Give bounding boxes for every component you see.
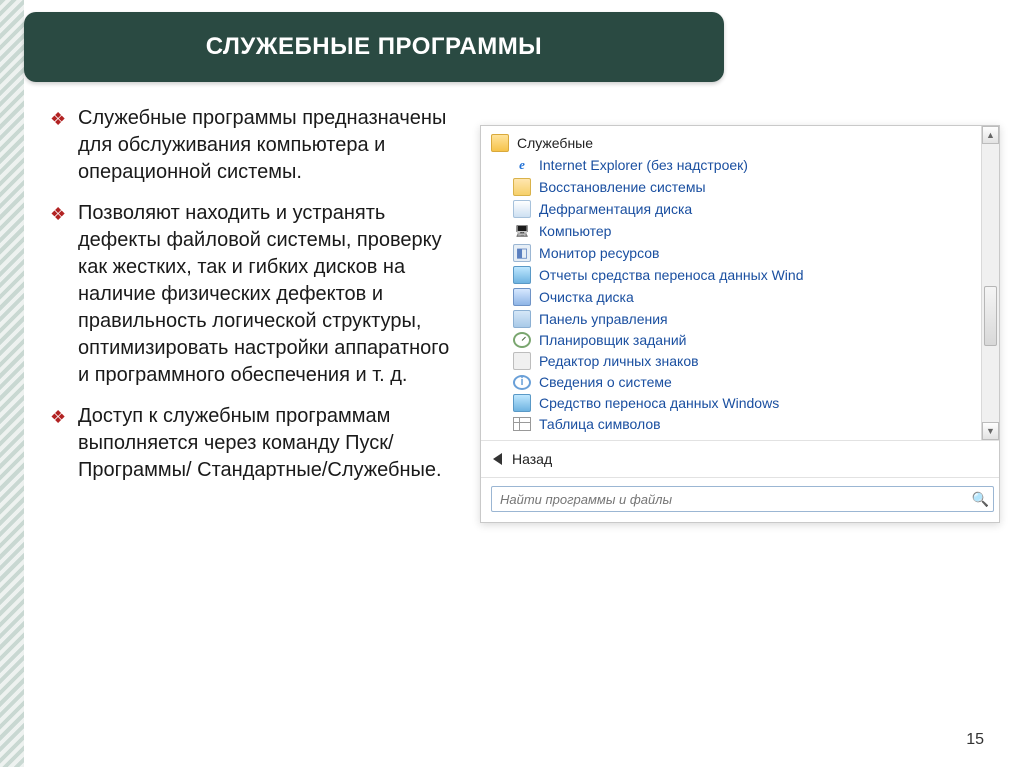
ie-icon	[513, 156, 531, 174]
menu-item-controlpanel[interactable]: Панель управления	[481, 308, 981, 330]
slide-title: СЛУЖЕБНЫЕ ПРОГРАММЫ	[206, 33, 542, 61]
transfer-report-icon	[513, 266, 531, 284]
decorative-stripe	[0, 0, 24, 767]
menu-item-char-editor[interactable]: Редактор личных знаков	[481, 350, 981, 372]
scroll-up-button[interactable]: ▲	[982, 126, 999, 144]
menu-item-label: Планировщик заданий	[539, 332, 686, 348]
menu-item-label: Средство переноса данных Windows	[539, 395, 779, 411]
menu-item-diskcleanup[interactable]: Очистка диска	[481, 286, 981, 308]
scroll-down-button[interactable]: ▼	[982, 422, 999, 440]
menu-item-label: Компьютер	[539, 223, 611, 239]
scrollbar[interactable]: ▲ ▼	[981, 126, 999, 440]
clock-icon	[513, 332, 531, 348]
editor-icon	[513, 352, 531, 370]
menu-item-ie[interactable]: Internet Explorer (без надстроек)	[481, 154, 981, 176]
back-label: Назад	[512, 451, 552, 467]
scroll-thumb[interactable]	[984, 286, 997, 346]
menu-item-charmap[interactable]: Таблица символов	[481, 414, 981, 434]
slide-body: Служебные программы предназначены для об…	[50, 105, 990, 725]
title-banner: СЛУЖЕБНЫЕ ПРОГРАММЫ	[24, 12, 724, 82]
menu-item-computer[interactable]: Компьютер	[481, 220, 981, 242]
menu-body: Служебные Internet Explorer (без надстро…	[481, 126, 999, 440]
text-column: Служебные программы предназначены для об…	[50, 105, 470, 725]
menu-item-restore[interactable]: Восстановление системы	[481, 176, 981, 198]
screenshot-column: Служебные Internet Explorer (без надстро…	[470, 105, 990, 725]
menu-item-sysinfo[interactable]: Сведения о системе	[481, 372, 981, 392]
bullet-item: Позволяют находить и устранять дефекты ф…	[50, 200, 460, 389]
folder-label: Служебные	[517, 135, 593, 151]
slide: СЛУЖЕБНЫЕ ПРОГРАММЫ Служебные программы …	[0, 0, 1024, 767]
menu-item-resmonitor[interactable]: Монитор ресурсов	[481, 242, 981, 264]
monitor-icon	[513, 244, 531, 262]
search-bar: 🔍	[481, 477, 999, 522]
menu-item-transfer-reports[interactable]: Отчеты средства переноса данных Wind	[481, 264, 981, 286]
menu-item-label: Редактор личных знаков	[539, 353, 699, 369]
page-number: 15	[966, 731, 984, 749]
back-arrow-icon	[493, 453, 502, 465]
computer-icon	[513, 222, 531, 240]
menu-item-label: Internet Explorer (без надстроек)	[539, 157, 748, 173]
menu-item-label: Очистка диска	[539, 289, 634, 305]
menu-item-label: Дефрагментация диска	[539, 201, 692, 217]
menu-item-label: Восстановление системы	[539, 179, 706, 195]
menu-item-label: Панель управления	[539, 311, 668, 327]
transfer-icon	[513, 394, 531, 412]
menu-folder-row[interactable]: Служебные	[481, 132, 981, 154]
disk-icon	[513, 288, 531, 306]
table-icon	[513, 417, 531, 431]
menu-item-defrag[interactable]: Дефрагментация диска	[481, 198, 981, 220]
search-input[interactable]	[491, 486, 994, 512]
restore-icon	[513, 178, 531, 196]
menu-item-label: Сведения о системе	[539, 374, 672, 390]
back-row[interactable]: Назад	[481, 440, 999, 477]
menu-item-label: Монитор ресурсов	[539, 245, 659, 261]
control-panel-icon	[513, 310, 531, 328]
bullet-item: Доступ к служебным программам выполняетс…	[50, 403, 460, 484]
menu-list: Служебные Internet Explorer (без надстро…	[481, 126, 981, 440]
menu-item-label: Таблица символов	[539, 416, 661, 432]
menu-item-transfer-tool[interactable]: Средство переноса данных Windows	[481, 392, 981, 414]
info-icon	[513, 375, 531, 390]
folder-icon	[491, 134, 509, 152]
bullet-list: Служебные программы предназначены для об…	[50, 105, 460, 484]
menu-item-label: Отчеты средства переноса данных Wind	[539, 267, 803, 283]
menu-item-scheduler[interactable]: Планировщик заданий	[481, 330, 981, 350]
bullet-item: Служебные программы предназначены для об…	[50, 105, 460, 186]
start-menu-panel: Служебные Internet Explorer (без надстро…	[480, 125, 1000, 523]
defrag-icon	[513, 200, 531, 218]
